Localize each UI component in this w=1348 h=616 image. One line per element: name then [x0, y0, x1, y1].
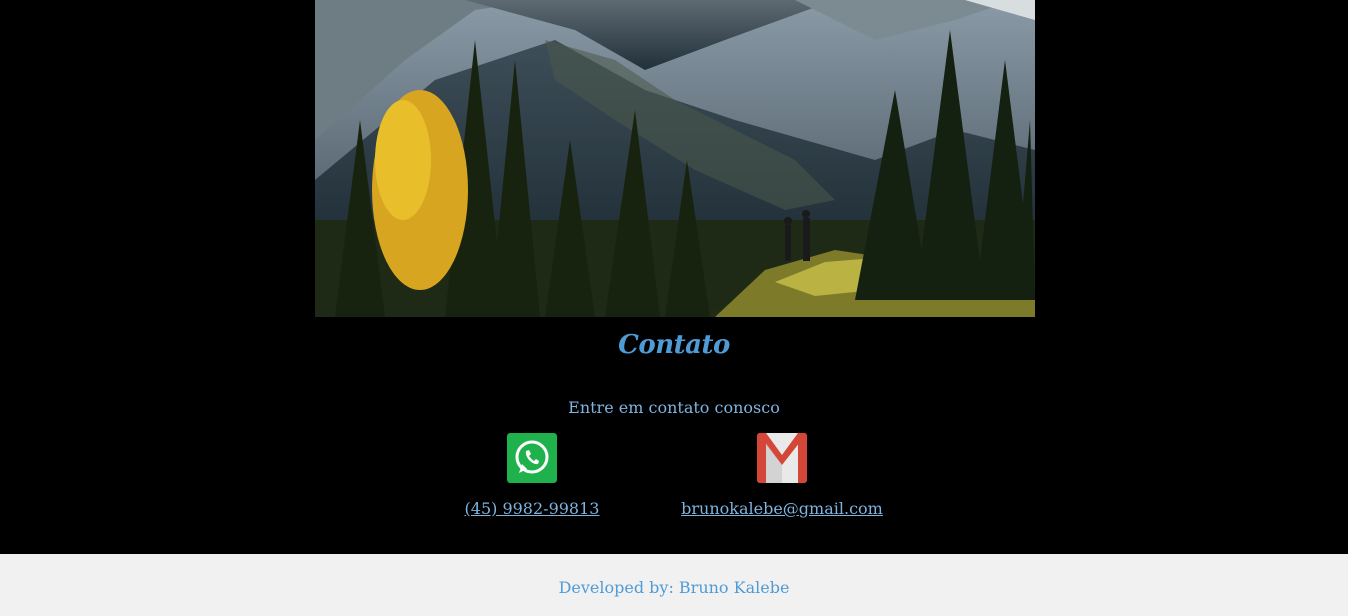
- email-link[interactable]: brunokalebe@gmail.com: [681, 499, 883, 518]
- mountain-landscape-illustration: [315, 0, 1035, 317]
- contact-subtitle: Entre em contato conosco: [568, 398, 780, 417]
- email-contact: brunokalebe@gmail.com: [672, 433, 892, 518]
- hero-image: [315, 0, 1035, 317]
- footer: Developed by: Bruno Kalebe: [0, 554, 1348, 616]
- contact-title: Contato: [618, 330, 730, 360]
- whatsapp-icon[interactable]: [507, 433, 557, 483]
- whatsapp-contact: (45) 9982-99813: [432, 433, 632, 518]
- whatsapp-phone-link[interactable]: (45) 9982-99813: [465, 499, 600, 518]
- footer-credit: Developed by: Bruno Kalebe: [558, 578, 790, 597]
- gmail-icon[interactable]: [757, 433, 807, 483]
- page: Contato Entre em contato conosco (45) 99…: [0, 0, 1348, 616]
